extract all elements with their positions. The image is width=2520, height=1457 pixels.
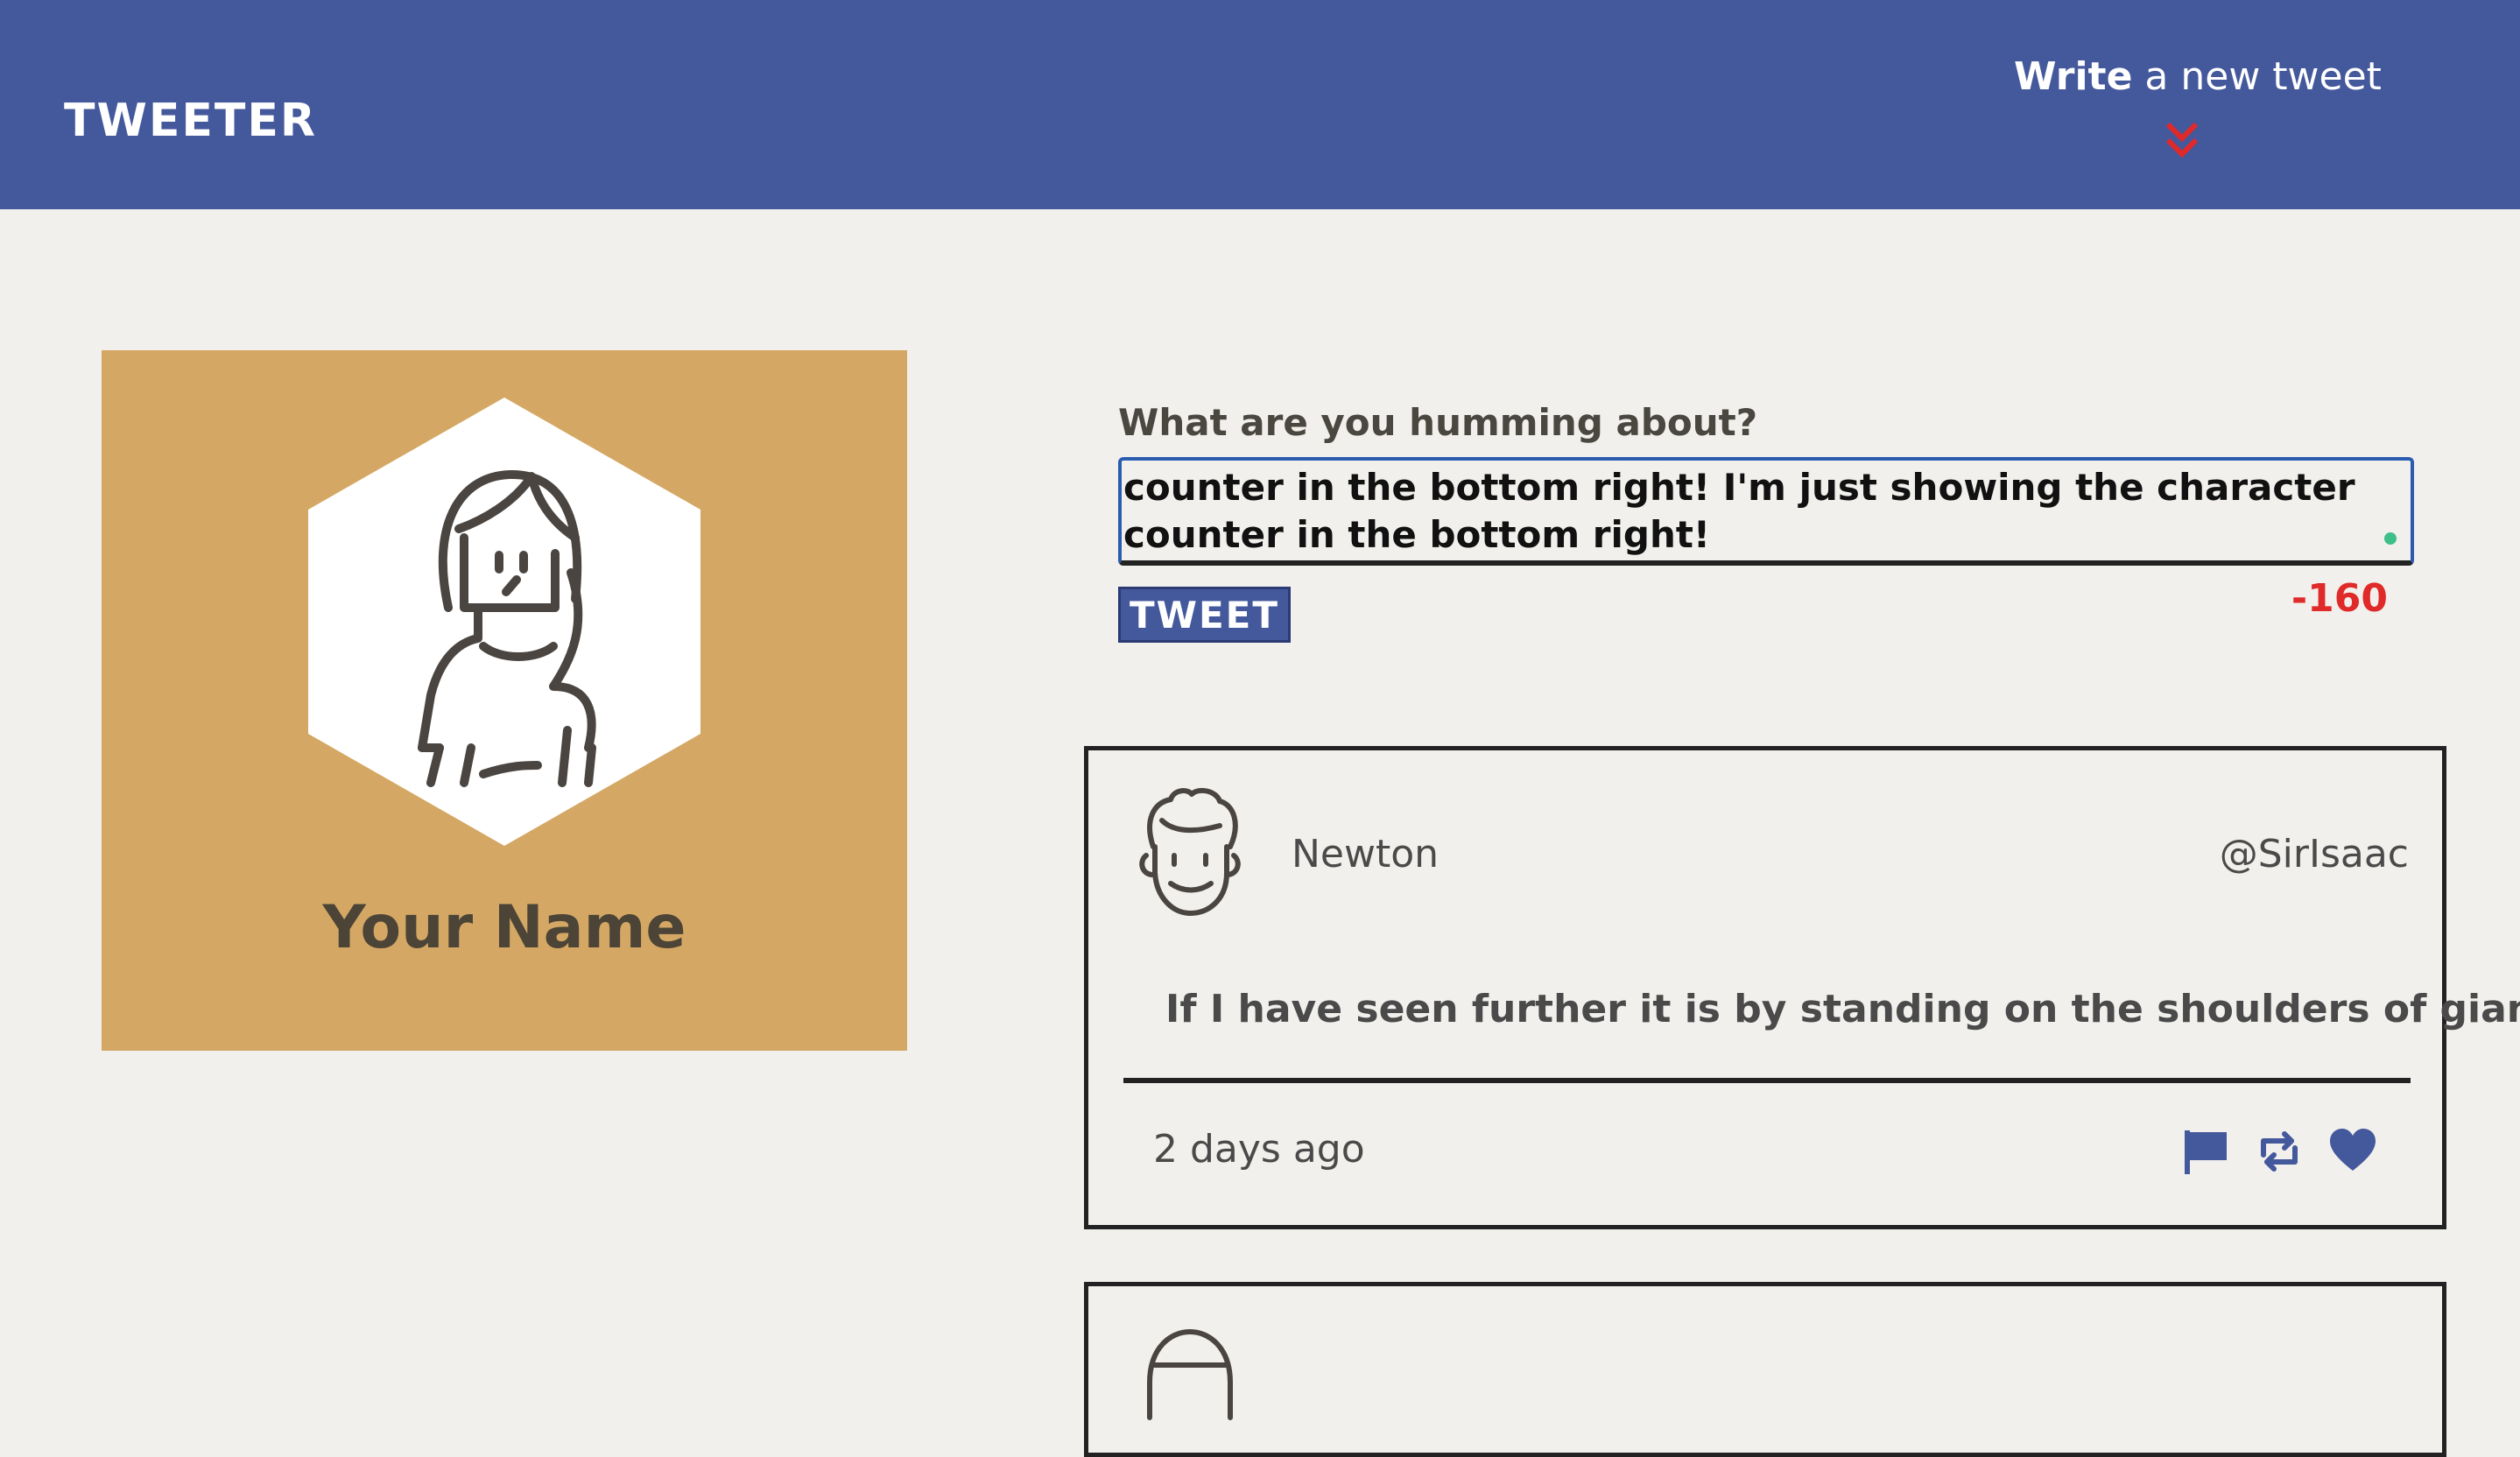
tweet-author-handle[interactable]: @SirIsaac xyxy=(2220,832,2409,876)
tweet-text: If I have seen further it is by standing… xyxy=(1165,987,2520,1031)
retweet-icon[interactable] xyxy=(2253,1125,2305,1178)
user-avatar-icon xyxy=(1139,787,1241,916)
tweet-timestamp: 2 days ago xyxy=(1153,1127,1365,1172)
write-tweet-label-bold: Write xyxy=(2014,54,2133,99)
heart-icon[interactable] xyxy=(2326,1125,2379,1178)
tweet-author-name[interactable]: Newton xyxy=(1292,832,1439,876)
compose-label: What are you humming about? xyxy=(1118,401,1758,444)
brand-logo[interactable]: TWEETER xyxy=(64,95,317,147)
tweet-card: Newton @SirIsaac If I have seen further … xyxy=(1084,746,2520,1229)
write-tweet-label-rest: a new tweet xyxy=(2132,54,2382,99)
resize-handle-icon[interactable] xyxy=(2384,532,2397,545)
user-avatar-icon xyxy=(1147,1328,1233,1420)
flag-icon[interactable] xyxy=(2179,1125,2232,1178)
navbar: TWEETER Write a new tweet xyxy=(0,0,2520,209)
character-counter: -160 xyxy=(2291,576,2388,621)
write-tweet-label: Write a new tweet xyxy=(2014,54,2382,99)
tweet-input[interactable] xyxy=(1118,457,2414,566)
profile-card: Your Name xyxy=(102,350,907,1051)
tweet-divider xyxy=(1123,1078,2411,1083)
profile-name: Your Name xyxy=(322,893,686,962)
double-chevron-down-icon xyxy=(2165,122,2199,158)
tweet-actions xyxy=(2179,1125,2379,1178)
profile-avatar xyxy=(308,398,700,846)
tweet-composer: What are you humming about? TWEET -160 xyxy=(1118,401,2414,643)
tweet-button[interactable]: TWEET xyxy=(1118,587,1291,643)
tweet-card xyxy=(1084,1282,2446,1457)
write-tweet-toggle[interactable]: Write a new tweet xyxy=(2014,54,2382,168)
